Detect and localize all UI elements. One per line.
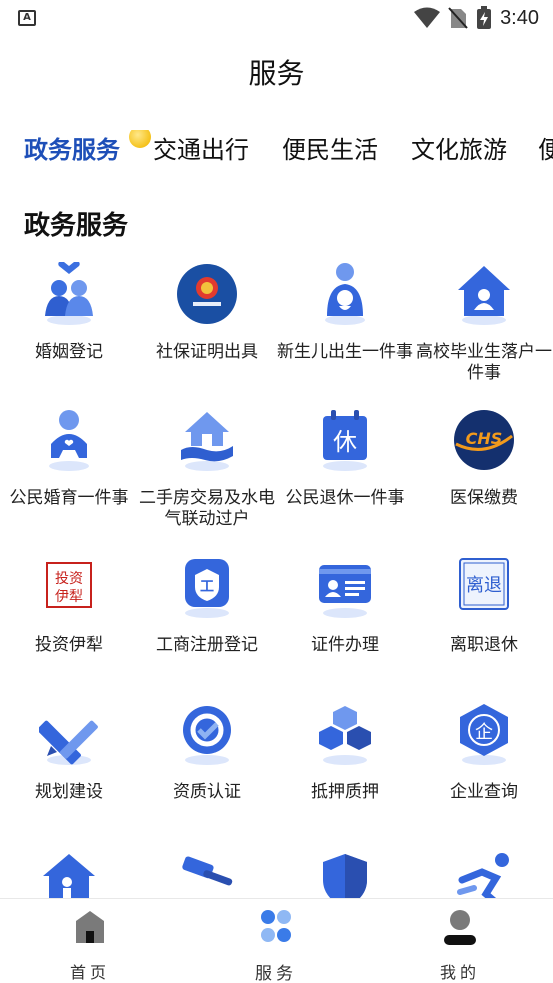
service-mortgage-pledge[interactable]: 抵押质押	[276, 700, 414, 846]
id-card-icon	[315, 555, 375, 619]
service-marriage-childbirth[interactable]: 公民婚育一件事	[0, 406, 138, 552]
service-planning-construction[interactable]: 规划建设	[0, 700, 138, 846]
retire-calendar-icon: 休	[315, 408, 375, 472]
service-security[interactable]	[276, 848, 414, 900]
enterprise-hex-icon: 企	[454, 702, 514, 766]
marriage-icon	[39, 260, 99, 326]
app-badge-icon: A	[18, 10, 36, 26]
service-label: 投资伊犁	[35, 635, 103, 655]
svg-text:企: 企	[475, 722, 493, 743]
status-bar: A 3:40	[0, 0, 553, 36]
service-second-hand-house[interactable]: 二手房交易及水电气联动过户	[138, 406, 276, 552]
service-judicial[interactable]	[138, 848, 276, 900]
service-label: 工商注册登记	[156, 635, 258, 655]
category-tabs: 政务服务 交通出行 便民生活 文化旅游 便	[0, 130, 553, 170]
service-label: 企业查询	[450, 782, 518, 802]
tab-convenience-life[interactable]: 便民生活	[282, 130, 378, 165]
chs-globe-icon: CHS	[454, 408, 514, 472]
no-sim-icon	[448, 7, 468, 29]
section-title: 政务服务	[24, 211, 129, 241]
user-icon	[444, 910, 476, 945]
elderly-house-icon	[39, 850, 99, 900]
service-elderly[interactable]	[0, 848, 138, 900]
service-label: 公民婚育一件事	[9, 488, 129, 508]
service-label: 社保证明出具	[156, 342, 258, 362]
tab-government-services[interactable]: 政务服务	[24, 130, 151, 165]
service-label: 二手房交易及水电气联动过户	[139, 488, 275, 529]
nav-label: 首页	[69, 963, 110, 982]
nav-me[interactable]: 我的	[400, 909, 520, 982]
service-grid: 婚姻登记 社保证明出具 新生儿出生一件事 高校毕业生落户一件事 公民婚育一件事 …	[0, 260, 553, 900]
active-tab-dot-icon	[129, 130, 151, 148]
nav-home[interactable]: 首页	[30, 909, 150, 982]
svg-text:休: 休	[333, 428, 357, 456]
service-label: 高校毕业生落户一件事	[416, 342, 552, 383]
tab-more[interactable]: 便	[538, 130, 553, 165]
runner-icon	[454, 850, 514, 900]
tax-emblem-icon	[177, 262, 237, 326]
service-marriage-registration[interactable]: 婚姻登记	[0, 260, 138, 406]
service-label: 公民退休一件事	[285, 488, 405, 508]
service-label: 抵押质押	[311, 782, 379, 802]
services-dots-icon	[261, 910, 291, 942]
service-id-documents[interactable]: 证件办理	[276, 553, 414, 699]
wifi-icon	[414, 7, 441, 28]
svg-text:投资: 投资	[55, 571, 83, 587]
nav-label: 我的	[439, 963, 480, 982]
service-label: 规划建设	[35, 782, 103, 802]
retire-stamp-icon: 离退	[454, 555, 514, 619]
tab-culture-tourism[interactable]: 文化旅游	[411, 130, 507, 165]
certify-check-icon	[177, 702, 237, 766]
service-citizen-retirement[interactable]: 休 公民退休一件事	[276, 406, 414, 552]
newborn-icon	[315, 262, 375, 326]
service-label: 资质认证	[173, 782, 241, 802]
gavel-icon	[177, 850, 237, 900]
svg-text:离退: 离退	[466, 575, 502, 596]
service-medical-insurance-payment[interactable]: CHS 医保缴费	[415, 406, 553, 552]
shield-icon	[315, 850, 375, 900]
service-label: 证件办理	[311, 635, 379, 655]
home-icon	[76, 911, 104, 943]
service-social-security-certificate[interactable]: 社保证明出具	[138, 260, 276, 406]
svg-text:工: 工	[200, 579, 214, 595]
service-newborn[interactable]: 新生儿出生一件事	[276, 260, 414, 406]
ruler-pencil-icon	[37, 702, 99, 766]
svg-text:伊犁: 伊犁	[55, 589, 83, 605]
clock: 3:40	[500, 6, 539, 29]
service-resignation-retirement[interactable]: 离退 离职退休	[415, 553, 553, 699]
service-invest-yili[interactable]: 投资 伊犁 投资伊犁	[0, 553, 138, 699]
page-title: 服务	[248, 57, 305, 90]
service-label: 医保缴费	[450, 488, 518, 508]
business-shield-icon: 工	[177, 555, 237, 619]
invest-seal-icon: 投资 伊犁	[39, 555, 99, 619]
service-enterprise-inquiry[interactable]: 企 企业查询	[415, 700, 553, 846]
graduate-house-icon	[454, 262, 514, 326]
service-graduate-settlement[interactable]: 高校毕业生落户一件事	[415, 260, 553, 406]
service-qualification-certification[interactable]: 资质认证	[138, 700, 276, 846]
svg-text:CHS: CHS	[466, 429, 503, 448]
nav-services[interactable]: 服务	[216, 909, 336, 983]
service-label: 新生儿出生一件事	[277, 342, 413, 362]
service-sports[interactable]	[415, 848, 553, 900]
cubes-icon	[315, 702, 375, 766]
service-business-registration[interactable]: 工 工商注册登记	[138, 553, 276, 699]
service-label: 离职退休	[450, 635, 518, 655]
battery-charging-icon	[477, 6, 492, 29]
tab-transport[interactable]: 交通出行	[153, 130, 249, 165]
house-hand-icon	[177, 408, 237, 472]
service-label: 婚姻登记	[35, 342, 103, 362]
bottom-nav: 首页 服务 我的	[0, 898, 553, 983]
baby-icon	[39, 408, 99, 472]
nav-label: 服务	[255, 964, 297, 983]
tab-label: 政务服务	[24, 136, 120, 164]
status-indicators: 3:40	[414, 6, 539, 30]
